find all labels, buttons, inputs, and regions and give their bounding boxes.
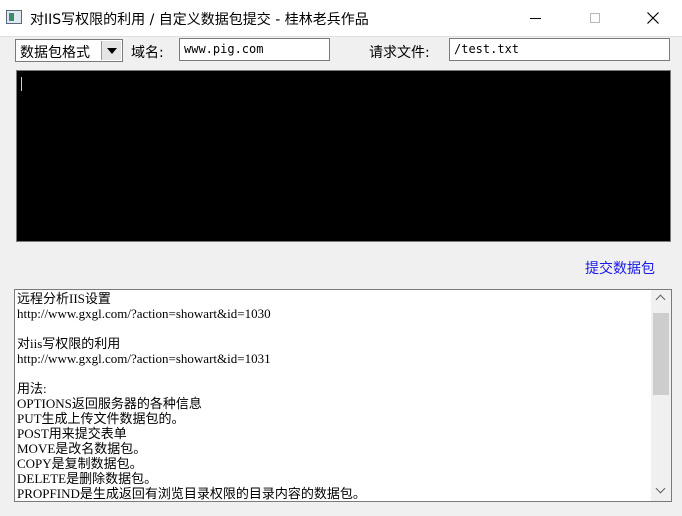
chevron-down-icon[interactable]	[101, 41, 121, 60]
domain-input[interactable]: www.pig.com	[179, 38, 330, 61]
info-textarea[interactable]: 远程分析IIS设置 http://www.gxgl.com/?action=sho…	[14, 289, 672, 502]
scrollbar-thumb[interactable]	[653, 313, 669, 395]
text-caret	[21, 77, 22, 91]
request-file-input[interactable]: /test.txt	[449, 38, 670, 61]
info-line: 用法:	[17, 381, 47, 396]
info-text: 远程分析IIS设置 http://www.gxgl.com/?action=sho…	[17, 291, 647, 501]
maximize-icon	[590, 13, 600, 23]
info-line	[17, 321, 647, 336]
info-line: POST用来提交表单	[17, 426, 127, 441]
packet-format-select[interactable]: 数据包格式	[15, 39, 123, 62]
info-line: 远程分析IIS设置	[17, 291, 111, 306]
info-line: OPTIONS返回服务器的各种信息	[17, 396, 202, 411]
info-line: MOVE是改名数据包。	[17, 441, 147, 456]
maximize-button[interactable]	[572, 0, 618, 36]
minimize-button[interactable]	[512, 0, 558, 36]
info-line: http://www.gxgl.com/?action=showart&id=1…	[17, 306, 271, 321]
info-line: PROPFIND是生成返回有浏览目录权限的目录内容的数据包。	[17, 486, 366, 501]
vertical-scrollbar[interactable]	[651, 290, 671, 501]
info-line: http://www.gxgl.com/?action=showart&id=1…	[17, 351, 271, 366]
scroll-down-icon[interactable]	[651, 481, 671, 501]
close-button[interactable]	[630, 0, 676, 36]
scroll-up-icon[interactable]	[651, 290, 671, 310]
app-window-icon[interactable]	[6, 10, 22, 24]
domain-label: 域名:	[131, 45, 164, 61]
minimize-icon	[529, 17, 541, 19]
info-line: 对iis写权限的利用	[17, 336, 121, 351]
close-icon	[647, 12, 659, 24]
submit-packet-button[interactable]: 提交数据包	[585, 258, 655, 278]
request-file-label: 请求文件:	[369, 45, 430, 61]
info-line	[17, 366, 647, 381]
packet-editor[interactable]	[16, 70, 671, 242]
info-line: COPY是复制数据包。	[17, 456, 143, 471]
info-line: DELETE是删除数据包。	[17, 471, 158, 486]
packet-format-value: 数据包格式	[20, 45, 90, 61]
window-title: 对IIS写权限的利用 / 自定义数据包提交 - 桂林老兵作品	[30, 12, 369, 28]
title-bar: 对IIS写权限的利用 / 自定义数据包提交 - 桂林老兵作品	[0, 0, 682, 37]
info-line: PUT生成上传文件数据包的。	[17, 411, 185, 426]
